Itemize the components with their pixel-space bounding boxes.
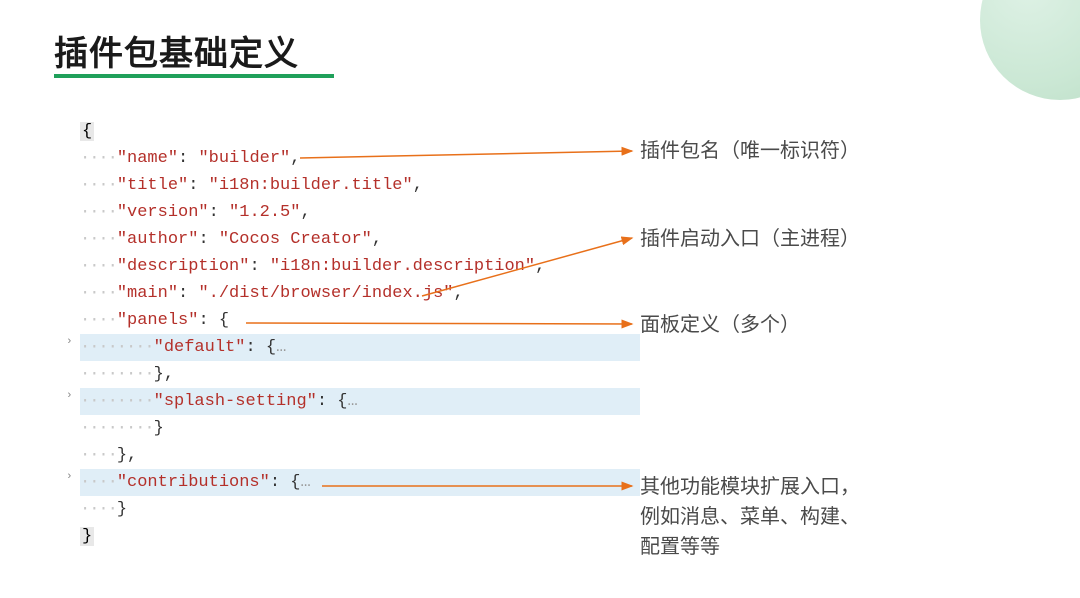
annotation-contributions: 其他功能模块扩展入口， 例如消息、菜单、构建、 配置等等	[640, 472, 860, 562]
annotation-name: 插件包名（唯一标识符）	[640, 136, 860, 166]
page-title: 插件包基础定义	[54, 26, 299, 75]
corner-decoration	[980, 0, 1080, 100]
title-underline	[54, 74, 334, 78]
annotation-panels: 面板定义（多个）	[640, 310, 800, 340]
fold-marker-icon[interactable]: ›	[66, 334, 73, 352]
open-brace: {	[80, 122, 94, 141]
fold-marker-icon[interactable]: ›	[66, 469, 73, 487]
fold-marker-icon[interactable]: ›	[66, 388, 73, 406]
code-block: { ····"name": "builder", ····"title": "i…	[80, 118, 640, 550]
close-brace: }	[80, 527, 94, 546]
annotation-main: 插件启动入口（主进程）	[640, 224, 860, 254]
